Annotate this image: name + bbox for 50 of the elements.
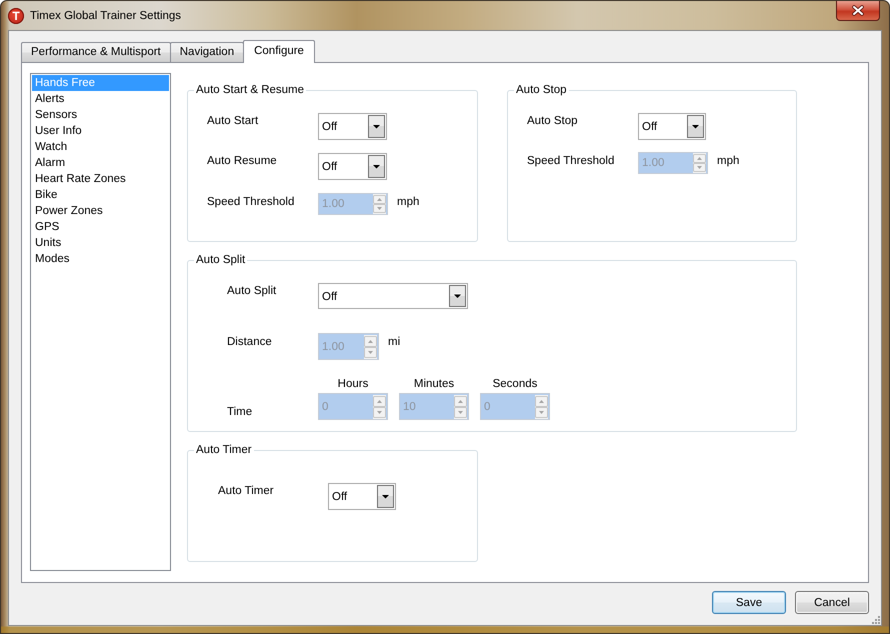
- group-title: Auto Timer: [195, 443, 253, 457]
- dropdown[interactable]: Off: [318, 113, 387, 140]
- close-icon[interactable]: [852, 5, 864, 16]
- field-label: Auto Stop: [527, 114, 578, 128]
- close-button[interactable]: [836, 1, 880, 21]
- list-item[interactable]: Alerts: [32, 91, 169, 107]
- resize-grip-icon[interactable]: [870, 614, 880, 624]
- caret-icon[interactable]: [687, 115, 704, 138]
- tab[interactable]: Configure: [243, 40, 315, 63]
- field-label: Distance: [227, 335, 272, 349]
- field-label: Speed Threshold: [527, 154, 614, 168]
- tab[interactable]: Navigation: [170, 42, 244, 62]
- tab[interactable]: Performance & Multisport: [21, 42, 171, 62]
- app-logo: T: [8, 8, 24, 24]
- window-title: Timex Global Trainer Settings: [30, 10, 182, 22]
- list-item[interactable]: Heart Rate Zones: [32, 171, 169, 187]
- dialog-button[interactable]: Save: [712, 591, 786, 614]
- group-title: Auto Start & Resume: [195, 83, 306, 97]
- group-title: Auto Stop: [515, 83, 568, 97]
- field-label: Auto Timer: [218, 484, 274, 498]
- caret-icon[interactable]: [368, 115, 385, 138]
- list-item[interactable]: User Info: [32, 123, 169, 139]
- dropdown[interactable]: Off: [318, 283, 468, 309]
- dialog-button[interactable]: Cancel: [795, 591, 869, 614]
- list-item[interactable]: Units: [32, 235, 169, 251]
- time-unit-heading: Minutes: [414, 377, 454, 392]
- dropdown[interactable]: Off: [318, 153, 387, 180]
- list-item[interactable]: Modes: [32, 251, 169, 267]
- list-item[interactable]: Alarm: [32, 155, 169, 171]
- unit-label: mph: [397, 195, 420, 209]
- field-label: Speed Threshold: [207, 195, 294, 209]
- time-unit-heading: Seconds: [492, 377, 538, 392]
- dropdown[interactable]: Off: [638, 113, 706, 140]
- field-label: Auto Start: [207, 114, 258, 128]
- field-label: Auto Resume: [207, 154, 277, 168]
- caret-icon[interactable]: [377, 485, 394, 508]
- dropdown[interactable]: Off: [328, 483, 396, 510]
- time-unit-heading: Hours: [338, 377, 368, 392]
- list-item[interactable]: Power Zones: [32, 203, 169, 219]
- field-label: Time: [227, 405, 252, 419]
- caret-icon[interactable]: [368, 155, 385, 178]
- field-label: Auto Split: [227, 284, 276, 298]
- unit-label: mph: [717, 154, 740, 168]
- list-item[interactable]: Sensors: [32, 107, 169, 123]
- list-item[interactable]: Watch: [32, 139, 169, 155]
- caret-icon[interactable]: [449, 285, 466, 307]
- group-title: Auto Split: [195, 253, 246, 267]
- list-item[interactable]: GPS: [32, 219, 169, 235]
- list-item[interactable]: Bike: [32, 187, 169, 203]
- unit-label: mi: [388, 335, 400, 349]
